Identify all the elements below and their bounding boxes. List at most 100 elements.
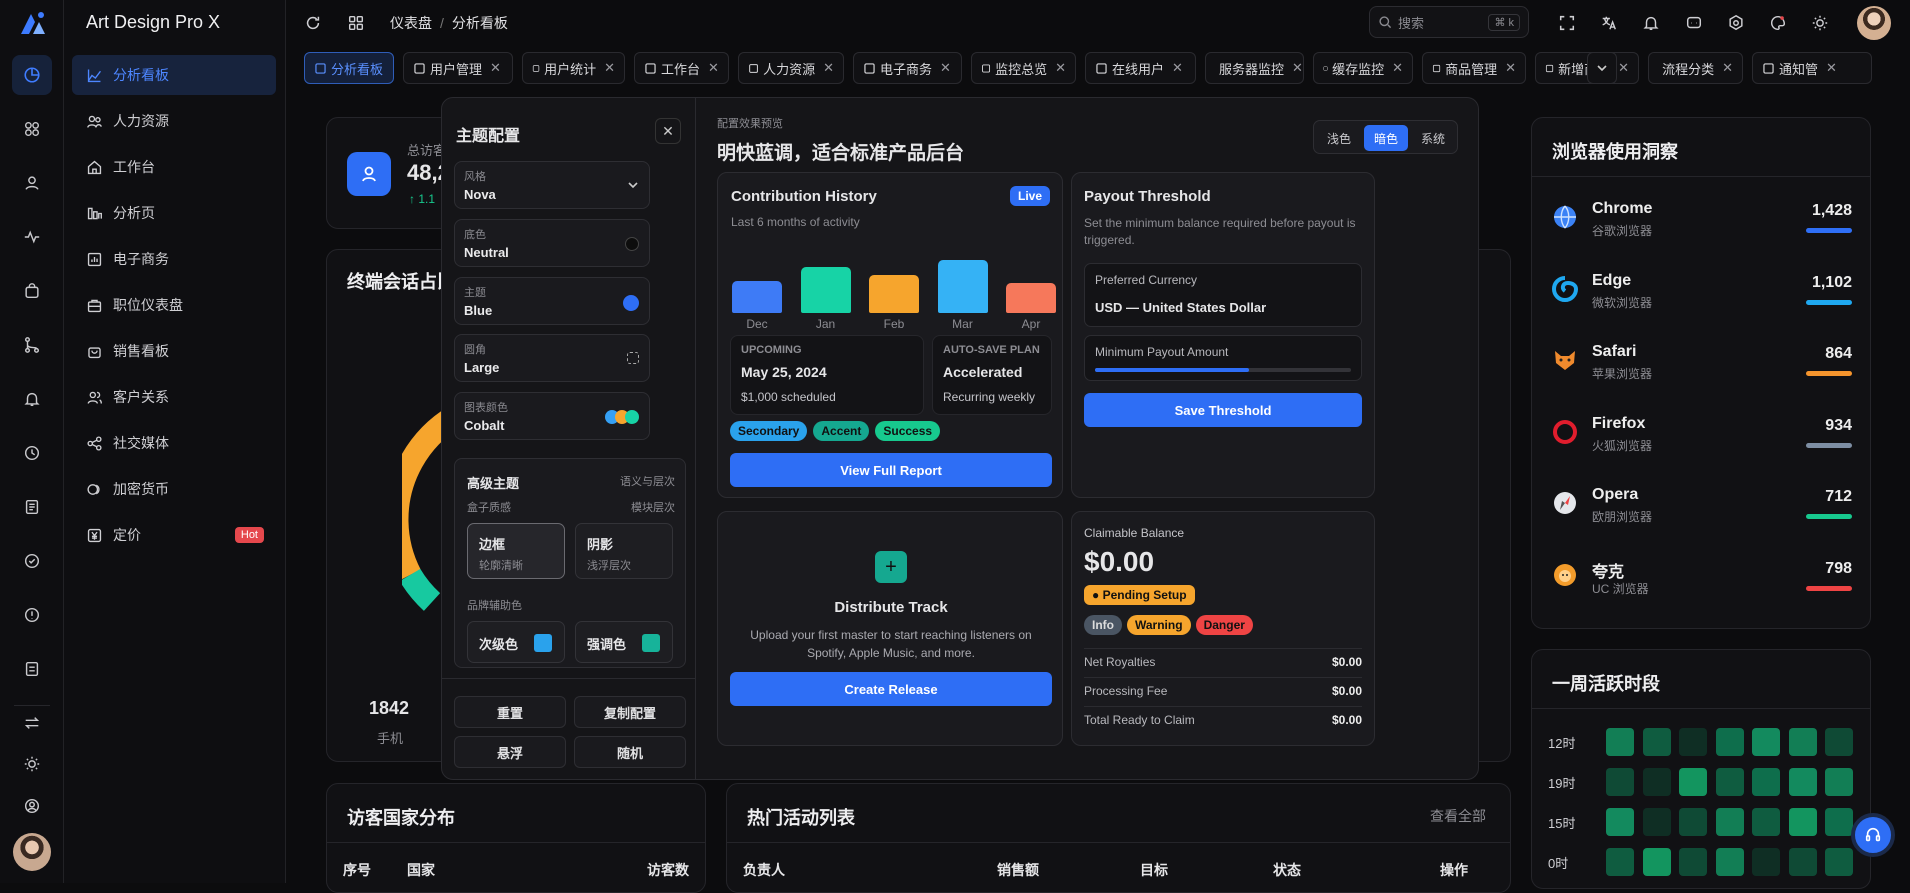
pulse-rail-icon[interactable] — [20, 225, 44, 249]
close-tab-icon[interactable]: ✕ — [1826, 60, 1837, 76]
close-tab-icon[interactable]: ✕ — [1392, 60, 1403, 76]
menu-item-3[interactable]: 分析页 — [72, 193, 276, 233]
heat-cell[interactable] — [1716, 808, 1744, 836]
tab-4[interactable]: 人力资源✕ — [738, 52, 844, 84]
menu-item-10[interactable]: 定价Hot — [72, 515, 276, 555]
close-tab-icon[interactable]: ✕ — [1292, 60, 1303, 76]
tab-12[interactable]: 流程分类✕ — [1648, 52, 1743, 84]
tab-7[interactable]: 在线用户✕ — [1085, 52, 1196, 84]
close-tab-icon[interactable]: ✕ — [1505, 60, 1516, 76]
close-tab-icon[interactable]: ✕ — [1618, 60, 1629, 76]
user-avatar[interactable] — [1857, 6, 1891, 40]
heat-cell[interactable] — [1606, 728, 1634, 756]
tab-9[interactable]: 缓存监控✕ — [1313, 52, 1413, 84]
tab-10[interactable]: 商品管理✕ — [1422, 52, 1526, 84]
heat-cell[interactable] — [1679, 808, 1707, 836]
heat-cell[interactable] — [1643, 808, 1671, 836]
heat-cell[interactable] — [1606, 848, 1634, 876]
shadow-option[interactable]: 阴影浅浮层次 — [575, 523, 673, 579]
heat-cell[interactable] — [1606, 768, 1634, 796]
tab-8[interactable]: 服务器监控✕ — [1205, 52, 1304, 84]
refresh-icon[interactable] — [302, 12, 324, 34]
bell-rail-icon[interactable] — [20, 387, 44, 411]
list-rail-icon[interactable] — [20, 657, 44, 681]
heat-cell[interactable] — [1825, 808, 1853, 836]
sun-icon[interactable] — [1809, 12, 1831, 34]
heat-cell[interactable] — [1752, 848, 1780, 876]
create-release-button[interactable]: Create Release — [730, 672, 1052, 706]
alert-rail-icon[interactable] — [20, 603, 44, 627]
tab-6[interactable]: 监控总览✕ — [971, 52, 1076, 84]
close-tab-icon[interactable]: ✕ — [940, 60, 951, 76]
close-tab-icon[interactable]: ✕ — [823, 60, 834, 76]
heat-cell[interactable] — [1825, 768, 1853, 796]
tab-3[interactable]: 工作台✕ — [634, 52, 729, 84]
close-tab-icon[interactable]: ✕ — [1055, 60, 1066, 76]
heat-cell[interactable] — [1643, 848, 1671, 876]
min-payout-slider[interactable]: Minimum Payout Amount — [1084, 335, 1362, 381]
tab-2[interactable]: 用户统计✕ — [522, 52, 625, 84]
grid-menu-icon[interactable] — [345, 12, 367, 34]
currency-select[interactable]: Preferred Currency USD — United States D… — [1084, 263, 1362, 327]
search-input[interactable]: 搜索 ⌘ k — [1369, 6, 1529, 38]
mode-system[interactable]: 系统 — [1412, 126, 1454, 150]
heat-cell[interactable] — [1789, 848, 1817, 876]
tabs-more-button[interactable] — [1587, 52, 1617, 84]
support-float-button[interactable] — [1851, 813, 1895, 857]
heat-cell[interactable] — [1716, 728, 1744, 756]
close-icon[interactable]: ✕ — [655, 118, 681, 144]
heat-cell[interactable] — [1825, 848, 1853, 876]
breadcrumb-item[interactable]: 分析看板 — [452, 15, 508, 31]
menu-item-1[interactable]: 人力资源 — [72, 101, 276, 141]
menu-item-2[interactable]: 工作台 — [72, 147, 276, 187]
float-button[interactable]: 悬浮 — [454, 736, 566, 768]
close-tab-icon[interactable]: ✕ — [1172, 60, 1183, 76]
branch-rail-icon[interactable] — [20, 333, 44, 357]
tab-5[interactable]: 电子商务✕ — [853, 52, 962, 84]
random-button[interactable]: 随机 — [574, 736, 686, 768]
close-tab-icon[interactable]: ✕ — [708, 60, 719, 76]
avatar[interactable] — [13, 833, 51, 871]
mode-dark[interactable]: 暗色 — [1364, 125, 1408, 151]
chat-icon[interactable] — [1683, 12, 1705, 34]
notification-icon[interactable] — [1640, 12, 1662, 34]
theme-color-select[interactable]: 主题Blue — [454, 277, 650, 325]
heat-cell[interactable] — [1825, 728, 1853, 756]
menu-item-7[interactable]: 客户关系 — [72, 377, 276, 417]
clock-rail-icon[interactable] — [20, 441, 44, 465]
close-tab-icon[interactable]: ✕ — [1722, 60, 1733, 76]
close-tab-icon[interactable]: ✕ — [604, 60, 615, 76]
style-select[interactable]: 风格Nova — [454, 161, 650, 209]
heat-cell[interactable] — [1752, 808, 1780, 836]
heat-cell[interactable] — [1789, 728, 1817, 756]
heat-cell[interactable] — [1679, 848, 1707, 876]
reset-button[interactable]: 重置 — [454, 696, 566, 728]
translate-icon[interactable] — [1598, 12, 1620, 34]
heat-cell[interactable] — [1679, 768, 1707, 796]
view-all-link[interactable]: 查看全部 — [1430, 806, 1486, 826]
heat-cell[interactable] — [1606, 808, 1634, 836]
heat-cell[interactable] — [1752, 728, 1780, 756]
heat-cell[interactable] — [1716, 848, 1744, 876]
heat-cell[interactable] — [1716, 768, 1744, 796]
tab-0[interactable]: 分析看板 — [304, 52, 394, 84]
swap-rail-icon[interactable] — [20, 711, 44, 735]
view-full-report-button[interactable]: View Full Report — [730, 453, 1052, 487]
save-threshold-button[interactable]: Save Threshold — [1084, 393, 1362, 427]
secondary-color-picker[interactable]: 次级色 — [467, 621, 565, 663]
heat-cell[interactable] — [1789, 808, 1817, 836]
sun-rail-icon[interactable] — [20, 752, 44, 776]
accent-color-picker[interactable]: 强调色 — [575, 621, 673, 663]
doc-rail-icon[interactable] — [20, 495, 44, 519]
tab-13[interactable]: 通知管✕ — [1752, 52, 1872, 84]
menu-item-4[interactable]: 电子商务 — [72, 239, 276, 279]
heat-cell[interactable] — [1643, 728, 1671, 756]
plus-icon[interactable]: + — [875, 551, 907, 583]
heat-cell[interactable] — [1789, 768, 1817, 796]
border-option[interactable]: 边框轮廓清晰 — [467, 523, 565, 579]
menu-item-0[interactable]: 分析看板 — [72, 55, 276, 95]
menu-item-6[interactable]: 销售看板 — [72, 331, 276, 371]
user-rail-icon[interactable] — [20, 171, 44, 195]
tab-1[interactable]: 用户管理✕ — [403, 52, 513, 84]
menu-item-8[interactable]: 社交媒体 — [72, 423, 276, 463]
